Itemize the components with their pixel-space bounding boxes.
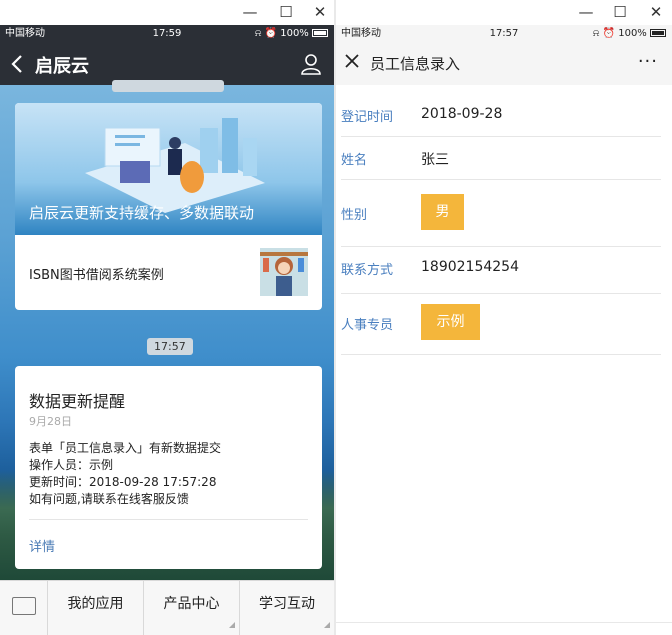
close-icon[interactable] [344,53,360,69]
back-arrow-icon[interactable] [10,54,24,74]
form-row-hr: 人事专员 示例 [341,294,661,355]
news-list-item[interactable]: ISBN图书借阅系统案例 [15,235,322,310]
notice-line: 表单「员工信息录入」有新数据提交 [29,441,222,455]
phone-status-bar: 中国移动 17:59 ⍾ ⏰ 100% [0,25,334,43]
window-titlebar: — ☐ ✕ [336,0,672,25]
menu-label: 产品中心 [163,596,220,612]
battery-percent: 100% [618,28,647,39]
news-banner-caption: 启辰云更新支持缓存、多数据联动 [29,204,255,222]
maximize-button[interactable]: ☐ [610,2,630,22]
alarm-icon: ⍾ ⏰ [254,28,278,39]
menu-label: 学习互动 [259,596,315,612]
field-value: 18902154254 [421,259,519,275]
notice-line: 操作人员：示例 [29,458,114,472]
phone-status-bar: 中国移动 17:57 ⍾ ⏰ 100% [336,25,672,43]
battery-icon [312,29,328,37]
keyboard-icon [12,597,36,615]
more-options-button[interactable]: ··· [638,51,658,72]
wechat-account-pane: — ☐ ✕ 中国移动 17:59 ⍾ ⏰ 100% 启辰云 启辰云更新支持缓存、… [0,0,334,635]
field-value: 张三 [421,152,449,168]
account-title: 启辰云 [35,56,89,77]
form-row-name: 姓名 张三 [341,137,661,180]
notice-divider [29,519,308,520]
notice-line: 更新时间：2018-09-28 17:57:28 [29,475,217,489]
close-window-button[interactable]: ✕ [310,2,330,22]
menu-my-apps[interactable]: 我的应用 [48,581,144,635]
battery-icon [650,29,666,37]
field-label: 联系方式 [341,263,394,278]
window-titlebar: — ☐ ✕ [0,0,334,25]
menu-label: 我的应用 [67,596,124,612]
profile-icon[interactable] [300,53,322,75]
field-label: 人事专员 [341,318,394,333]
field-value: 2018-09-28 [421,106,503,122]
battery-percent: 100% [280,28,309,39]
notice-detail-link[interactable]: 详情 [29,536,55,555]
form-row-date: 登记时间 2018-09-28 [341,85,661,137]
form-row-gender: 性别 男 [341,180,661,247]
time-chip: 17:57 [147,338,193,355]
submenu-indicator-icon [229,622,235,628]
field-label: 姓名 [341,153,368,168]
bottom-divider [336,622,672,623]
close-window-button[interactable]: ✕ [646,2,666,22]
menu-learning[interactable]: 学习互动 [240,581,334,635]
news-item-title: ISBN图书借阅系统案例 [29,268,164,283]
field-label: 登记时间 [341,110,394,125]
alarm-icon: ⍾ ⏰ [592,28,616,39]
status-right: ⍾ ⏰ 100% [593,25,666,43]
news-banner-image[interactable]: 启辰云更新支持缓存、多数据联动 [15,103,322,235]
form-title: 员工信息录入 [370,55,461,73]
notice-date: 9月28日 [29,415,72,428]
status-right: ⍾ ⏰ 100% [255,25,328,43]
hr-chip: 示例 [421,304,480,340]
notice-card[interactable]: 数据更新提醒 9月28日 表单「员工信息录入」有新数据提交 操作人员：示例 更新… [15,366,322,569]
news-item-thumbnail [260,248,308,296]
form-row-phone: 联系方式 18902154254 [341,247,661,294]
form-header: 员工信息录入 ··· [336,43,672,85]
minimize-button[interactable]: — [240,2,260,22]
notice-line: 如有问题,请联系在线客服反馈 [29,492,189,506]
time-chip-partial [112,80,224,92]
keyboard-toggle-button[interactable] [0,581,48,635]
menu-product-center[interactable]: 产品中心 [144,581,240,635]
gender-chip: 男 [421,194,464,230]
news-card[interactable]: 启辰云更新支持缓存、多数据联动 ISBN图书借阅系统案例 [15,103,322,310]
submenu-indicator-icon [324,622,330,628]
minimize-button[interactable]: — [576,2,596,22]
notice-title: 数据更新提醒 [29,392,126,411]
account-menu-bar: 我的应用 产品中心 学习互动 [0,580,334,635]
field-label: 性别 [341,208,368,223]
maximize-button[interactable]: ☐ [276,2,296,22]
account-header: 启辰云 [0,43,334,85]
form-detail-pane: — ☐ ✕ 中国移动 17:57 ⍾ ⏰ 100% 员工信息录入 ··· 登记时… [336,0,672,635]
librarian-thumbnail-icon [260,248,308,296]
